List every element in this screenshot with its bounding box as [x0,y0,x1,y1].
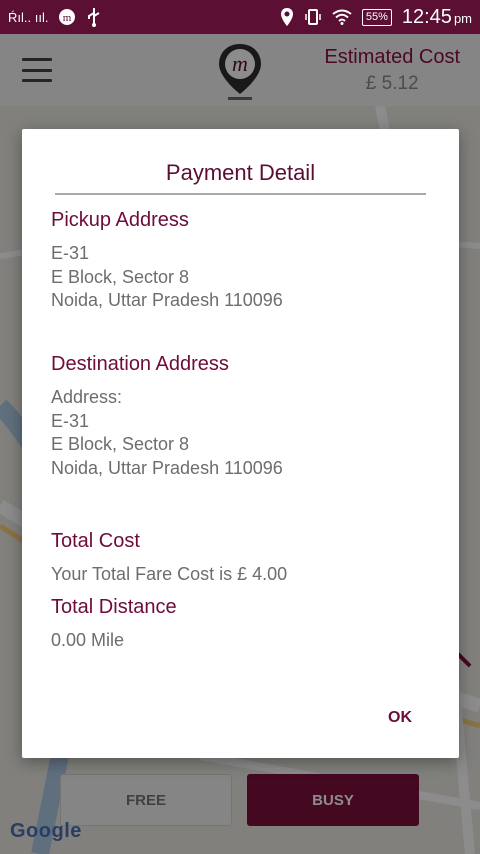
pickup-line: Noida, Uttar Pradesh 110096 [51,290,283,310]
destination-address: Address: E-31 E Block, Sector 8 Noida, U… [51,386,283,480]
destination-line: Noida, Uttar Pradesh 110096 [51,457,283,478]
svg-text:m: m [63,12,72,24]
clock: 12:45 pm [401,5,472,28]
vibrate-icon [304,8,322,26]
destination-line: Address: [51,387,123,407]
pickup-address: E-31 E Block, Sector 8 Noida, Uttar Prad… [51,242,283,313]
pickup-line: E-31 [51,243,90,263]
title-divider [55,193,426,195]
total-cost-label: Total Cost [51,530,140,552]
destination-address-label: Destination Address [51,353,229,375]
payment-detail-dialog: Payment Detail Pickup Address E-31 E Blo… [22,129,459,758]
location-icon [280,7,294,27]
destination-line: E Block, Sector 8 [51,434,190,454]
wifi-icon [332,9,352,25]
signal-icon: Ŕıl.. ııl. [8,9,49,25]
destination-line: E-31 [51,410,90,431]
app-notification-icon: m [58,8,76,26]
dialog-title: Payment Detail [165,160,316,185]
pickup-address-label: Pickup Address [51,209,189,231]
ok-button[interactable]: OK [380,709,420,727]
status-bar: Ŕıl.. ııl. m 55% 12:45 pm [0,0,480,34]
total-cost-value: Your Total Fare Cost is £ 4.00 [51,564,288,584]
battery-icon: 55% [361,8,392,26]
total-distance-value: 0.00 Mile [51,630,125,650]
usb-icon [86,7,102,27]
pickup-line: E Block, Sector 8 [51,266,190,287]
total-distance-label: Total Distance [51,596,177,618]
